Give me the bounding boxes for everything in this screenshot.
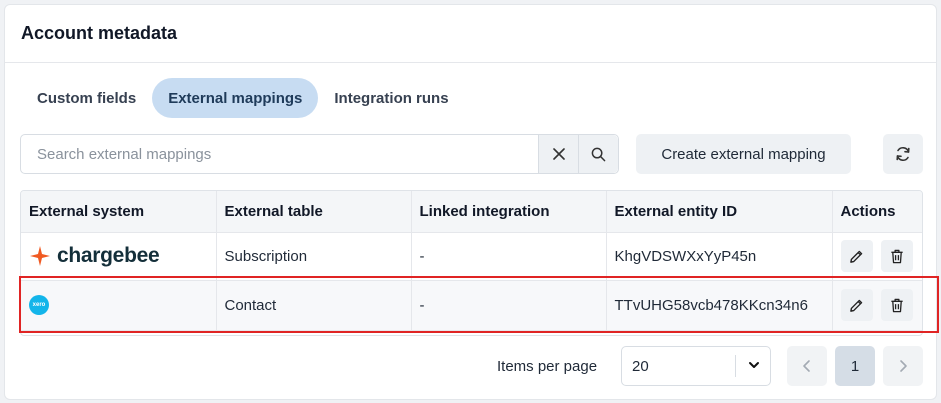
refresh-button[interactable] [883, 134, 923, 174]
trash-icon [890, 249, 903, 263]
mappings-table: External system External table Linked in… [20, 190, 923, 336]
cell-external-table: Contact [216, 280, 412, 331]
tab-external-mappings[interactable]: External mappings [152, 78, 319, 118]
account-metadata-card: Account metadata Custom fields External … [4, 4, 937, 400]
header-linked-integration: Linked integration [411, 191, 607, 233]
chevron-left-icon [803, 360, 810, 372]
cell-external-entity-id: TTvUHG58vcb478KKcn34n6 [606, 280, 833, 331]
page-number-button[interactable]: 1 [835, 346, 875, 386]
tab-bar: Custom fields External mappings Integrat… [21, 78, 465, 118]
card-title: Account metadata [21, 23, 178, 43]
cell-linked-integration: - [411, 232, 607, 281]
cell-external-system: xero [21, 280, 217, 331]
xero-logo: xero [29, 295, 49, 315]
tab-integration-runs[interactable]: Integration runs [318, 78, 464, 118]
cell-actions [832, 280, 922, 331]
cell-external-entity-id: KhgVDSWXxYyP45n [606, 232, 833, 281]
edit-icon [850, 299, 863, 312]
create-external-mapping-button[interactable]: Create external mapping [636, 134, 851, 174]
edit-button[interactable] [840, 240, 873, 272]
trash-icon [890, 298, 903, 312]
previous-page-button[interactable] [787, 346, 827, 386]
items-per-page-label: Items per page [497, 358, 598, 375]
header-actions: Actions [832, 191, 922, 233]
chargebee-mark-icon [30, 246, 50, 266]
refresh-icon [896, 146, 910, 162]
delete-button[interactable] [880, 289, 913, 321]
edit-icon [850, 250, 863, 263]
delete-button[interactable] [880, 240, 913, 272]
card-header: Account metadata [5, 5, 936, 63]
cell-linked-integration: - [411, 280, 607, 331]
table-row: xero Contact - TTvUHG58vcb478KKcn34n6 [21, 280, 922, 331]
clear-search-button[interactable] [538, 135, 578, 173]
next-page-button[interactable] [883, 346, 923, 386]
header-external-system: External system [21, 191, 217, 233]
header-external-entity-id: External entity ID [606, 191, 833, 233]
cell-actions [832, 232, 922, 281]
pagination: Items per page 20 1 [5, 346, 936, 386]
clear-icon [552, 148, 565, 160]
toolbar: Create external mapping [20, 134, 923, 174]
chargebee-logo: chargebee [29, 244, 208, 268]
search-icon [591, 147, 606, 161]
search-button[interactable] [578, 135, 618, 173]
edit-button[interactable] [840, 289, 873, 321]
chevron-right-icon [900, 360, 907, 372]
items-per-page-value: 20 [632, 357, 649, 375]
search-input[interactable] [21, 135, 538, 173]
search-box [20, 134, 619, 174]
chargebee-wordmark: chargebee [57, 244, 160, 267]
table-header-row: External system External table Linked in… [21, 191, 922, 233]
tab-custom-fields[interactable]: Custom fields [21, 78, 152, 118]
select-divider [735, 355, 736, 377]
cell-external-table: Subscription [216, 232, 412, 281]
table-row: chargebee Subscription - KhgVDSWXxYyP45n [21, 232, 922, 281]
items-per-page-select[interactable]: 20 [621, 346, 771, 386]
header-external-table: External table [216, 191, 412, 233]
cell-external-system: chargebee [21, 232, 217, 281]
chevron-down-icon [749, 362, 759, 368]
